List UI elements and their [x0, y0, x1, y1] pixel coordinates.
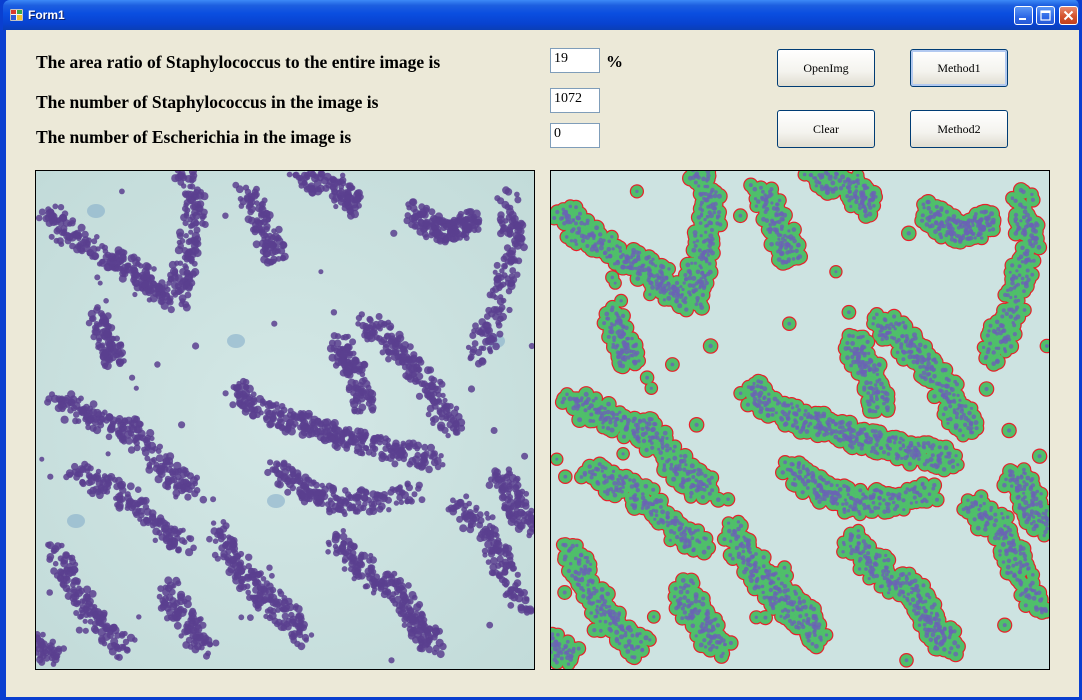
title-bar[interactable]: Form1 [3, 0, 1079, 30]
staph-count-field[interactable]: 1072 [550, 88, 600, 113]
close-button[interactable] [1059, 6, 1078, 25]
escherichia-count-field[interactable]: 0 [550, 123, 600, 148]
processed-micrograph-image [551, 171, 1049, 669]
clear-button[interactable]: Clear [777, 110, 875, 148]
minimize-button[interactable] [1014, 6, 1033, 25]
minimize-icon [1019, 18, 1026, 20]
form-client-area: The area ratio of Staphylococcus to the … [6, 30, 1079, 697]
original-micrograph-image [36, 171, 534, 669]
percent-unit-label: % [606, 52, 623, 71]
method2-button[interactable]: Method2 [910, 110, 1008, 148]
app-icon [10, 9, 23, 21]
area-ratio-field[interactable]: 19 [550, 48, 600, 73]
processed-image-box [550, 170, 1050, 670]
maximize-icon [1040, 10, 1051, 21]
window-title: Form1 [28, 8, 65, 22]
maximize-button[interactable] [1036, 6, 1055, 25]
staph-count-label: The number of Staphylococcus in the imag… [36, 92, 379, 112]
method1-button[interactable]: Method1 [910, 49, 1008, 87]
main-window: Form1 The area ratio of Staphylococcus t… [0, 0, 1082, 700]
area-ratio-label: The area ratio of Staphylococcus to the … [36, 52, 441, 72]
close-icon [1063, 10, 1074, 21]
escherichia-count-label: The number of Escherichia in the image i… [36, 127, 352, 147]
open-img-button[interactable]: OpenImg [777, 49, 875, 87]
original-image-box [35, 170, 535, 670]
